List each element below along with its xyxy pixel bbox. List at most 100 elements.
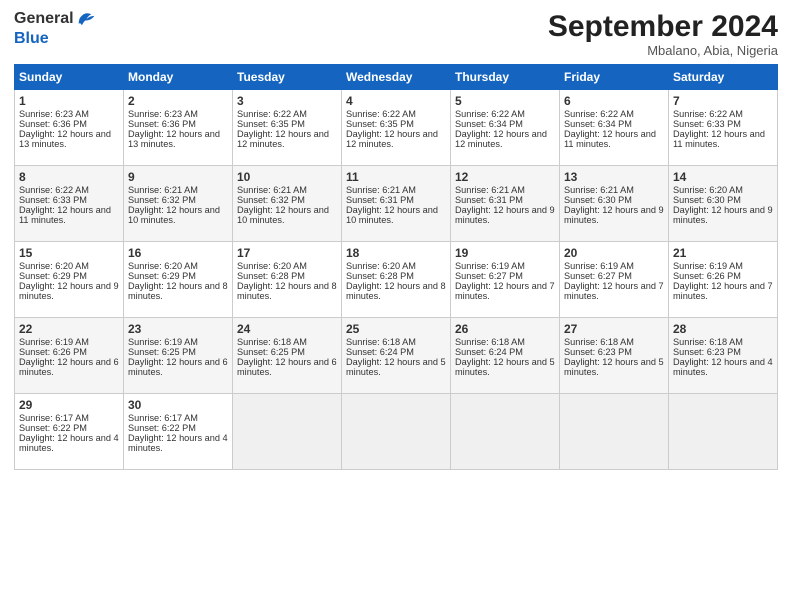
table-row: 3Sunrise: 6:22 AMSunset: 6:35 PMDaylight… — [233, 90, 342, 166]
logo: General Blue — [14, 10, 96, 48]
day-number: 18 — [346, 246, 446, 260]
table-row: 16Sunrise: 6:20 AMSunset: 6:29 PMDayligh… — [124, 242, 233, 318]
table-row: 6Sunrise: 6:22 AMSunset: 6:34 PMDaylight… — [560, 90, 669, 166]
col-sunday: Sunday — [15, 65, 124, 90]
day-info-line: Sunrise: 6:22 AM — [564, 109, 664, 119]
table-row: 10Sunrise: 6:21 AMSunset: 6:32 PMDayligh… — [233, 166, 342, 242]
day-number: 21 — [673, 246, 773, 260]
day-info-line: Sunset: 6:22 PM — [19, 423, 119, 433]
day-info-line: Daylight: 12 hours and 4 minutes. — [673, 357, 773, 377]
day-info-line: Sunrise: 6:22 AM — [455, 109, 555, 119]
day-info-line: Sunset: 6:31 PM — [346, 195, 446, 205]
day-info-line: Sunrise: 6:22 AM — [346, 109, 446, 119]
day-number: 24 — [237, 322, 337, 336]
day-info-line: Daylight: 12 hours and 10 minutes. — [237, 205, 337, 225]
table-row — [233, 394, 342, 470]
day-info-line: Sunset: 6:29 PM — [19, 271, 119, 281]
table-row: 17Sunrise: 6:20 AMSunset: 6:28 PMDayligh… — [233, 242, 342, 318]
calendar-week-row: 22 Sunrise: 6:19 AM Sunset: 6:26 PM Dayligh… — [15, 318, 778, 394]
table-row: 9Sunrise: 6:21 AMSunset: 6:32 PMDaylight… — [124, 166, 233, 242]
day-info-line: Sunset: 6:27 PM — [455, 271, 555, 281]
table-row: 8Sunrise: 6:22 AMSunset: 6:33 PMDaylight… — [15, 166, 124, 242]
day-number: 26 — [455, 322, 555, 336]
day-info-line: Sunset: 6:24 PM — [455, 347, 555, 357]
table-row: 28Sunrise: 6:18 AMSunset: 6:23 PMDayligh… — [669, 318, 778, 394]
day-info-line: Sunrise: 6:23 AM — [19, 109, 119, 119]
day-info-line: Sunrise: 6:21 AM — [237, 185, 337, 195]
day-info-line: Daylight: 12 hours and 12 minutes. — [237, 129, 337, 149]
table-row: 1Sunrise: 6:23 AMSunset: 6:36 PMDaylight… — [15, 90, 124, 166]
table-row: 30Sunrise: 6:17 AMSunset: 6:22 PMDayligh… — [124, 394, 233, 470]
day-number: 9 — [128, 170, 228, 184]
day-number: 2 — [128, 94, 228, 108]
day-number: 7 — [673, 94, 773, 108]
table-row: 29Sunrise: 6:17 AMSunset: 6:22 PMDayligh… — [15, 394, 124, 470]
day-info-line: Sunset: 6:30 PM — [564, 195, 664, 205]
calendar-week-row: 1Sunrise: 6:23 AMSunset: 6:36 PMDaylight… — [15, 90, 778, 166]
calendar-week-row: 8Sunrise: 6:22 AMSunset: 6:33 PMDaylight… — [15, 166, 778, 242]
day-info-line: Sunrise: 6:20 AM — [19, 261, 119, 271]
day-info-line: Sunrise: 6:18 AM — [455, 337, 555, 347]
day-number: 14 — [673, 170, 773, 184]
day-info-line: Sunset: 6:36 PM — [19, 119, 119, 129]
day-number: 27 — [564, 322, 664, 336]
day-info-line: Sunset: 6:23 PM — [673, 347, 773, 357]
day-info-line: Sunset: 6:23 PM — [564, 347, 664, 357]
day-number: 29 — [19, 398, 119, 412]
table-row: 11Sunrise: 6:21 AMSunset: 6:31 PMDayligh… — [342, 166, 451, 242]
day-number: 19 — [455, 246, 555, 260]
day-info-line: Sunrise: 6:19 AM — [673, 261, 773, 271]
logo-blue-text: Blue — [14, 30, 49, 48]
day-info-line: Sunrise: 6:18 AM — [346, 337, 446, 347]
day-number: 11 — [346, 170, 446, 184]
day-info-line: Sunrise: 6:17 AM — [19, 413, 119, 423]
table-row: 20Sunrise: 6:19 AMSunset: 6:27 PMDayligh… — [560, 242, 669, 318]
day-info-line: Sunset: 6:25 PM — [128, 347, 228, 357]
day-info-line: Sunrise: 6:20 AM — [673, 185, 773, 195]
logo-bird-icon — [74, 8, 96, 30]
table-row: 24Sunrise: 6:18 AMSunset: 6:25 PMDayligh… — [233, 318, 342, 394]
day-info-line: Sunrise: 6:22 AM — [673, 109, 773, 119]
calendar-week-row: 15Sunrise: 6:20 AMSunset: 6:29 PMDayligh… — [15, 242, 778, 318]
day-info-line: Sunrise: 6:19 AM — [128, 337, 228, 347]
table-row: 14Sunrise: 6:20 AMSunset: 6:30 PMDayligh… — [669, 166, 778, 242]
day-info-line: Sunset: 6:27 PM — [564, 271, 664, 281]
table-row: 15Sunrise: 6:20 AMSunset: 6:29 PMDayligh… — [15, 242, 124, 318]
col-friday: Friday — [560, 65, 669, 90]
col-tuesday: Tuesday — [233, 65, 342, 90]
day-info-line: Daylight: 12 hours and 9 minutes. — [673, 205, 773, 225]
day-number: 10 — [237, 170, 337, 184]
day-info-line: Sunset: 6:31 PM — [455, 195, 555, 205]
location: Mbalano, Abia, Nigeria — [548, 43, 778, 58]
day-info-line: Sunset: 6:33 PM — [673, 119, 773, 129]
day-info-line: Sunset: 6:30 PM — [673, 195, 773, 205]
day-info-line: Daylight: 12 hours and 5 minutes. — [346, 357, 446, 377]
day-info-line: Daylight: 12 hours and 12 minutes. — [346, 129, 446, 149]
day-info-line: Sunset: 6:34 PM — [564, 119, 664, 129]
day-info-line: Daylight: 12 hours and 5 minutes. — [564, 357, 664, 377]
table-row: 2Sunrise: 6:23 AMSunset: 6:36 PMDaylight… — [124, 90, 233, 166]
table-row: 26Sunrise: 6:18 AMSunset: 6:24 PMDayligh… — [451, 318, 560, 394]
day-info-line: Daylight: 12 hours and 13 minutes. — [128, 129, 228, 149]
month-title: September 2024 — [548, 10, 778, 43]
day-info-line: Sunset: 6:28 PM — [346, 271, 446, 281]
day-number: 17 — [237, 246, 337, 260]
day-info-line: Sunrise: 6:20 AM — [128, 261, 228, 271]
day-info-line: Daylight: 12 hours and 5 minutes. — [455, 357, 555, 377]
day-info-line: Sunset: 6:32 PM — [237, 195, 337, 205]
day-info-line: Daylight: 12 hours and 10 minutes. — [128, 205, 228, 225]
day-info-line: Daylight: 12 hours and 10 minutes. — [346, 205, 446, 225]
day-info-line: Sunset: 6:28 PM — [237, 271, 337, 281]
table-row: 23Sunrise: 6:19 AMSunset: 6:25 PMDayligh… — [124, 318, 233, 394]
day-number: 28 — [673, 322, 773, 336]
day-info-line: Sunset: 6:29 PM — [128, 271, 228, 281]
day-info-line: Sunrise: 6:20 AM — [237, 261, 337, 271]
table-row: 5Sunrise: 6:22 AMSunset: 6:34 PMDaylight… — [451, 90, 560, 166]
day-number: 22 — [19, 322, 119, 336]
day-number: 4 — [346, 94, 446, 108]
day-info-line: Sunset: 6:26 PM — [19, 347, 119, 357]
table-row — [560, 394, 669, 470]
day-info-line: Sunset: 6:26 PM — [673, 271, 773, 281]
table-row: 27Sunrise: 6:18 AMSunset: 6:23 PMDayligh… — [560, 318, 669, 394]
day-number: 12 — [455, 170, 555, 184]
